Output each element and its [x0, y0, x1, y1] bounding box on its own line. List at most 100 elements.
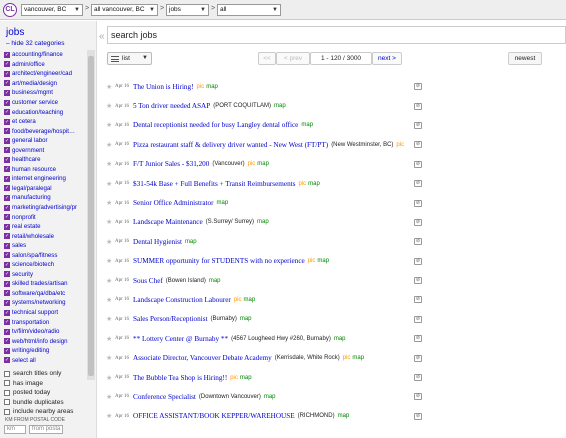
crumb-area-select[interactable]: all vancouver, BC ▼	[91, 4, 158, 16]
checkbox[interactable]: ✓	[4, 309, 10, 316]
category-item[interactable]: ✓ art/media/design	[4, 79, 86, 89]
hide-posting-icon[interactable]: ⊘	[414, 121, 422, 129]
checkbox[interactable]: ✓	[4, 137, 10, 144]
favorite-star-icon[interactable]: ★	[106, 335, 115, 343]
checkbox[interactable]	[4, 408, 10, 415]
result-title-link[interactable]: Conference Specialist	[133, 393, 196, 401]
map-link[interactable]: map	[334, 336, 346, 342]
checkbox[interactable]: ✓	[4, 156, 10, 163]
favorite-star-icon[interactable]: ★	[106, 277, 115, 285]
category-item[interactable]: ✓ healthcare	[4, 155, 86, 165]
result-title-link[interactable]: OFFICE ASSISTANT/BOOK KEPPER/WAREHOUSE	[133, 412, 295, 420]
result-title-link[interactable]: Landscape Maintenance	[133, 218, 203, 226]
checkbox[interactable]: ✓	[4, 204, 10, 211]
hide-posting-icon[interactable]: ⊘	[414, 83, 422, 91]
category-item[interactable]: ✓ writing/editing	[4, 346, 86, 356]
checkbox[interactable]: ✓	[4, 80, 10, 87]
craigslist-logo[interactable]: CL	[3, 3, 17, 17]
checkbox[interactable]: ✓	[4, 175, 10, 182]
checkbox[interactable]: ✓	[4, 61, 10, 68]
favorite-star-icon[interactable]: ★	[106, 102, 115, 110]
category-item[interactable]: ✓ web/html/info design	[4, 336, 86, 346]
category-item[interactable]: ✓ manufacturing	[4, 193, 86, 203]
category-item[interactable]: ✓ legal/paralegal	[4, 184, 86, 194]
checkbox[interactable]: ✓	[4, 214, 10, 221]
result-title-link[interactable]: Dental receptionist needed for busy Lang…	[133, 121, 298, 129]
result-title-link[interactable]: Sous Chef	[133, 277, 163, 285]
map-link[interactable]: map	[217, 200, 229, 206]
category-item[interactable]: ✓ food/beverage/hospit…	[4, 126, 86, 136]
result-title-link[interactable]: The Union is Hiring!	[133, 83, 194, 91]
checkbox[interactable]: ✓	[4, 118, 10, 125]
checkbox[interactable]: ✓	[4, 242, 10, 249]
checkbox[interactable]: ✓	[4, 223, 10, 230]
result-title-link[interactable]: Associate Director, Vancouver Debate Aca…	[133, 354, 272, 362]
crumb-section-select[interactable]: jobs ▼	[166, 4, 209, 16]
checkbox[interactable]: ✓	[4, 290, 10, 297]
category-item[interactable]: ✓ skilled trades/artisan	[4, 279, 86, 289]
category-item[interactable]: ✓ marketing/advertising/pr	[4, 203, 86, 213]
category-item[interactable]: ✓ select all	[4, 356, 86, 366]
favorite-star-icon[interactable]: ★	[106, 296, 115, 304]
result-title-link[interactable]: F/T Junior Sales - $31,200	[133, 160, 209, 168]
checkbox[interactable]	[4, 399, 10, 406]
map-link[interactable]: map	[308, 181, 320, 187]
favorite-star-icon[interactable]: ★	[106, 238, 115, 246]
favorite-star-icon[interactable]: ★	[106, 199, 115, 207]
crumb-city-select[interactable]: vancouver, BC ▼	[21, 4, 83, 16]
postal-code-input[interactable]: from posta	[29, 425, 63, 434]
map-link[interactable]: map	[338, 413, 350, 419]
map-link[interactable]: map	[240, 316, 252, 322]
hide-posting-icon[interactable]: ⊘	[414, 335, 422, 343]
checkbox[interactable]: ✓	[4, 166, 10, 173]
result-title-link[interactable]: Landscape Construction Labourer	[133, 296, 231, 304]
favorite-star-icon[interactable]: ★	[106, 218, 115, 226]
checkbox[interactable]: ✓	[4, 70, 10, 77]
map-link[interactable]: map	[264, 394, 276, 400]
km-input[interactable]: km	[4, 425, 26, 434]
map-link[interactable]: map	[274, 103, 286, 109]
category-item[interactable]: ✓ systems/networking	[4, 298, 86, 308]
category-item[interactable]: ✓ technical support	[4, 308, 86, 318]
search-option[interactable]: posted today	[4, 388, 73, 398]
category-item[interactable]: ✓ internet engineering	[4, 174, 86, 184]
hide-posting-icon[interactable]: ⊘	[414, 412, 422, 420]
map-link[interactable]: map	[209, 278, 221, 284]
category-item[interactable]: ✓ tv/film/video/radio	[4, 327, 86, 337]
checkbox[interactable]	[4, 380, 10, 387]
checkbox[interactable]: ✓	[4, 347, 10, 354]
category-item[interactable]: ✓ sales	[4, 241, 86, 251]
checkbox[interactable]: ✓	[4, 328, 10, 335]
map-link[interactable]: map	[240, 375, 252, 381]
result-title-link[interactable]: The Bubble Tea Shop is Hiring!!	[133, 374, 227, 382]
category-item[interactable]: ✓ general labor	[4, 136, 86, 146]
category-item[interactable]: ✓ government	[4, 145, 86, 155]
hide-posting-icon[interactable]: ⊘	[414, 160, 422, 168]
result-title-link[interactable]: Senior Office Administrator	[133, 199, 214, 207]
checkbox[interactable]: ✓	[4, 233, 10, 240]
favorite-star-icon[interactable]: ★	[106, 121, 115, 129]
search-option[interactable]: include nearby areas	[4, 407, 73, 417]
checkbox[interactable]: ✓	[4, 99, 10, 106]
hide-posting-icon[interactable]: ⊘	[414, 393, 422, 401]
map-link[interactable]: map	[257, 219, 269, 225]
checkbox[interactable]: ✓	[4, 51, 10, 58]
category-item[interactable]: ✓ retail/wholesale	[4, 231, 86, 241]
hide-posting-icon[interactable]: ⊘	[414, 296, 422, 304]
checkbox[interactable]: ✓	[4, 185, 10, 192]
category-item[interactable]: ✓ security	[4, 270, 86, 280]
category-item[interactable]: ✓ real estate	[4, 222, 86, 232]
checkbox[interactable]	[4, 370, 10, 377]
category-item[interactable]: ✓ business/mgmt	[4, 88, 86, 98]
category-item[interactable]: ✓ education/teaching	[4, 107, 86, 117]
sort-select[interactable]: newest	[508, 52, 542, 65]
category-item[interactable]: ✓ nonprofit	[4, 212, 86, 222]
result-title-link[interactable]: ** Lottery Center @ Burnaby **	[133, 335, 228, 343]
hide-posting-icon[interactable]: ⊘	[414, 238, 422, 246]
collapse-sidebar-icon[interactable]: «	[99, 31, 105, 42]
checkbox[interactable]: ✓	[4, 109, 10, 116]
checkbox[interactable]: ✓	[4, 338, 10, 345]
scrollbar-thumb[interactable]	[88, 56, 94, 376]
checkbox[interactable]: ✓	[4, 261, 10, 268]
checkbox[interactable]: ✓	[4, 280, 10, 287]
